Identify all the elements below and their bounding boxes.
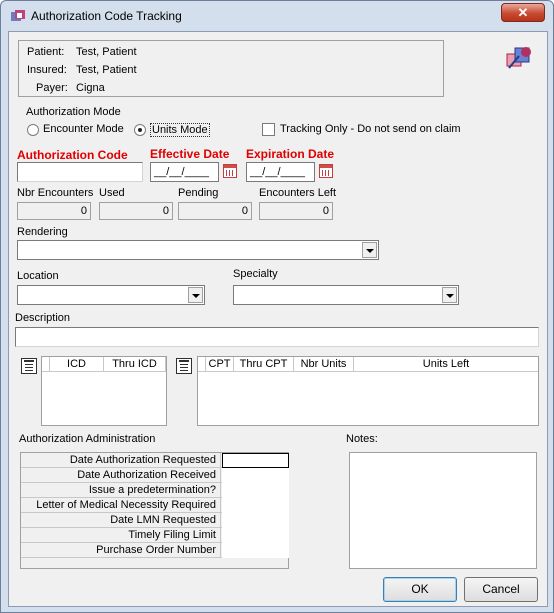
admin-row[interactable]: Letter of Medical Necessity Required [21, 498, 289, 513]
app-icon [11, 10, 25, 21]
effective-date-input[interactable]: __/__/____ [150, 162, 219, 182]
cpt-column-header[interactable]: CPT [206, 357, 234, 371]
admin-row-value[interactable] [222, 528, 289, 543]
chevron-down-icon[interactable] [188, 287, 203, 303]
tracking-only-label[interactable]: Tracking Only - Do not send on claim [280, 123, 461, 135]
admin-row-label: Date Authorization Requested [21, 453, 221, 468]
units-left-column-header[interactable]: Units Left [354, 357, 538, 371]
close-button[interactable]: ✕ [501, 3, 545, 22]
tracking-logo-icon [506, 47, 531, 69]
encounters-left-label: Encounters Left [259, 187, 337, 199]
cpt-grid[interactable]: CPT Thru CPT Nbr Units Units Left [197, 356, 539, 426]
notes-label: Notes: [346, 433, 378, 445]
expiration-date-calendar-icon[interactable] [319, 164, 333, 178]
admin-row-label: Date Authorization Received [21, 468, 221, 483]
authorization-code-input[interactable] [17, 162, 143, 182]
icd-list-icon[interactable] [21, 358, 37, 374]
close-icon: ✕ [517, 5, 529, 20]
admin-row[interactable]: Date LMN Requested [21, 513, 289, 528]
cpt-grid-header: CPT Thru CPT Nbr Units Units Left [198, 357, 538, 372]
specialty-label: Specialty [233, 268, 278, 280]
admin-row-value[interactable] [222, 498, 289, 513]
cpt-list-icon[interactable] [176, 358, 192, 374]
admin-row-label: Issue a predetermination? [21, 483, 221, 498]
cancel-button[interactable]: Cancel [464, 577, 538, 602]
nbr-encounters-value: 0 [17, 202, 91, 220]
pending-label: Pending [178, 187, 219, 199]
admin-row-value[interactable] [222, 543, 289, 558]
units-mode-radio[interactable] [134, 124, 146, 136]
payer-label: Payer: [36, 82, 68, 94]
location-label: Location [17, 270, 59, 282]
insured-label: Insured: [27, 64, 67, 76]
icd-column-header[interactable]: ICD [50, 357, 104, 371]
admin-row-value[interactable] [222, 483, 289, 498]
admin-row-value[interactable] [222, 513, 289, 528]
description-label: Description [15, 312, 71, 324]
auth-mode-label: Authorization Mode [26, 106, 121, 118]
admin-row[interactable]: Timely Filing Limit [21, 528, 289, 543]
expiration-date-input[interactable]: __/__/____ [246, 162, 315, 182]
admin-row-label: Letter of Medical Necessity Required [21, 498, 221, 513]
icd-grid-header: ICD Thru ICD [42, 357, 166, 372]
title-bar[interactable]: Authorization Code Tracking ✕ [1, 1, 553, 31]
encounter-mode-radio[interactable] [27, 124, 39, 136]
location-select[interactable] [17, 285, 205, 305]
description-input[interactable] [15, 327, 539, 347]
encounter-mode-label[interactable]: Encounter Mode [43, 123, 124, 135]
rendering-label: Rendering [17, 226, 68, 238]
admin-row[interactable]: Issue a predetermination? [21, 483, 289, 498]
patient-label: Patient: [27, 46, 65, 58]
authorization-code-label: Authorization Code [17, 148, 128, 162]
admin-row-value[interactable] [222, 468, 289, 483]
patient-info-box: Patient: Test, Patient Insured: Test, Pa… [18, 40, 444, 97]
admin-row-label: Timely Filing Limit [21, 528, 221, 543]
expiration-date-label: Expiration Date [246, 147, 335, 161]
admin-row-label: Date LMN Requested [21, 513, 221, 528]
nbr-encounters-label: Nbr Encounters [17, 187, 94, 199]
row-indicator-header [42, 357, 50, 371]
units-mode-label[interactable]: Units Mode [150, 123, 210, 137]
thru-icd-column-header[interactable]: Thru ICD [104, 357, 166, 371]
pending-value: 0 [178, 202, 252, 220]
insured-value: Test, Patient [76, 64, 137, 76]
effective-date-calendar-icon[interactable] [223, 164, 237, 178]
tracking-only-checkbox[interactable] [262, 123, 275, 136]
specialty-select[interactable] [233, 285, 459, 305]
chevron-down-icon[interactable] [442, 287, 457, 303]
thru-cpt-column-header[interactable]: Thru CPT [234, 357, 294, 371]
icd-grid[interactable]: ICD Thru ICD [41, 356, 167, 426]
admin-row[interactable]: Date Authorization Received [21, 468, 289, 483]
chevron-down-icon[interactable] [362, 242, 377, 258]
admin-row[interactable]: Date Authorization Requested [21, 453, 289, 468]
row-indicator-header [198, 357, 206, 371]
nbr-units-column-header[interactable]: Nbr Units [294, 357, 354, 371]
dialog-client-area: Patient: Test, Patient Insured: Test, Pa… [8, 31, 548, 607]
used-label: Used [99, 187, 125, 199]
admin-grid: Date Authorization Requested Date Author… [20, 452, 289, 569]
rendering-select[interactable] [17, 240, 379, 260]
encounters-left-value: 0 [259, 202, 333, 220]
admin-row[interactable]: Purchase Order Number [21, 543, 289, 558]
notes-textarea[interactable] [349, 452, 537, 569]
admin-row-value[interactable] [222, 453, 289, 468]
patient-value: Test, Patient [76, 46, 137, 58]
used-value: 0 [99, 202, 173, 220]
admin-row-label: Purchase Order Number [21, 543, 221, 558]
effective-date-label: Effective Date [150, 147, 230, 161]
window-title: Authorization Code Tracking [31, 9, 182, 23]
admin-label: Authorization Administration [19, 433, 156, 445]
payer-value: Cigna [76, 82, 105, 94]
ok-button[interactable]: OK [383, 577, 457, 602]
dialog-window: Authorization Code Tracking ✕ Patient: T… [0, 0, 554, 613]
